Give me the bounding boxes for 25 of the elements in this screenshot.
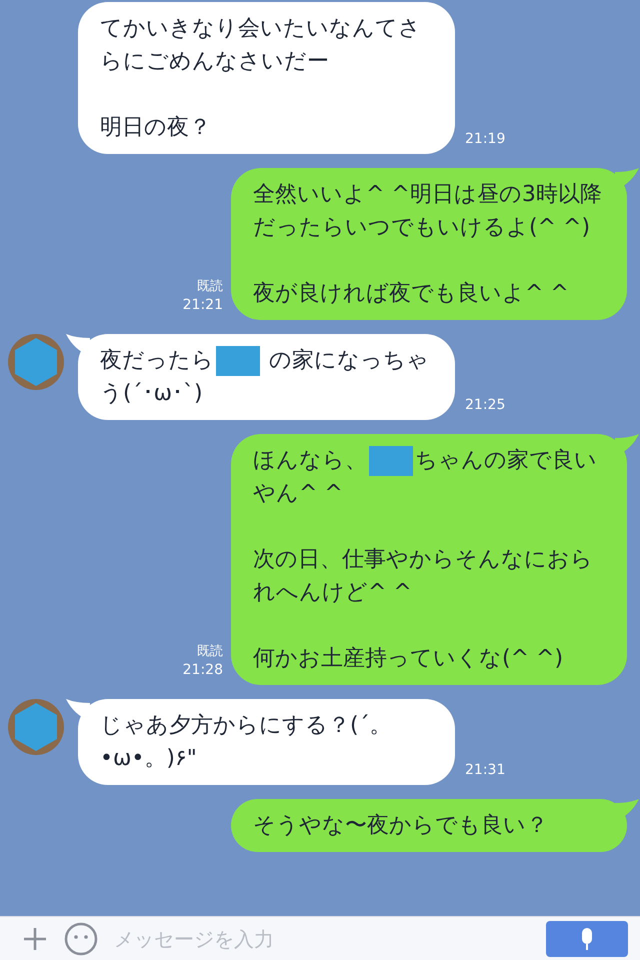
- message-text: 明日の夜？: [100, 114, 212, 142]
- message-time: 21:21: [182, 296, 223, 314]
- message-text: ほんなら、 ちゃんの家で良いやん^ ^: [253, 444, 605, 510]
- message-text: 夜が良ければ夜でも良いよ^ ^: [253, 280, 570, 308]
- message-time: 21:19: [465, 130, 506, 148]
- plus-icon[interactable]: [22, 926, 48, 952]
- message-time: 21:28: [182, 661, 223, 679]
- message-text: 夜だったら の家になっちゃう(´･ω･`): [100, 344, 433, 410]
- message-time: 21:31: [465, 761, 506, 779]
- message-text: じゃあ夕方からにする？(´。•ω•。)۶": [100, 712, 393, 773]
- message-text: てかいきなり会いたいなんてさらにごめんなさいだー: [100, 15, 422, 76]
- redaction-block: [369, 446, 413, 476]
- message-text: 全然いいよ^ ^明日は昼の3時以降だったらいつでもいけるよ(^ ^): [253, 181, 603, 242]
- message-text: そうやな〜夜からでも良い？: [253, 812, 549, 840]
- microphone-icon: [580, 926, 594, 950]
- avatar-icon[interactable]: [8, 699, 64, 755]
- voice-button[interactable]: [546, 920, 628, 956]
- read-receipt: 既読: [197, 643, 223, 661]
- smiley-icon[interactable]: [64, 922, 98, 956]
- avatar-icon[interactable]: [8, 334, 64, 390]
- message-text: 何かお土産持っていくな(^ ^): [253, 645, 564, 673]
- message-time: 21:25: [465, 396, 506, 414]
- read-receipt: 既読: [197, 278, 223, 296]
- redaction-block: [216, 346, 260, 376]
- message-text: 次の日、仕事やからそんなにおられへんけど^ ^: [253, 546, 594, 607]
